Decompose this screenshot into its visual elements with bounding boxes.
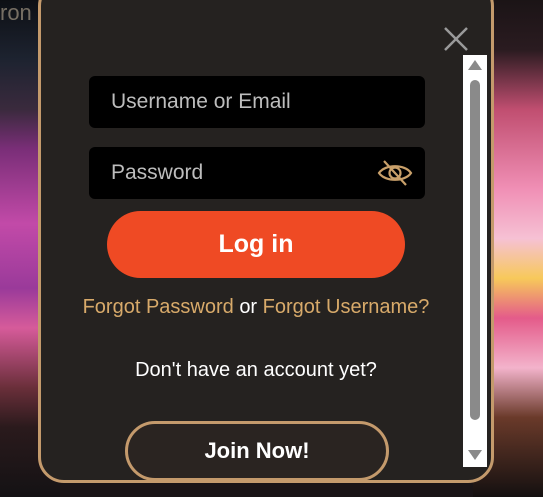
scrollbar[interactable] xyxy=(463,55,487,467)
no-account-text: Don't have an account yet? xyxy=(135,359,377,381)
forgot-username-link[interactable]: Forgot Username? xyxy=(263,296,430,318)
login-modal: Log in Forgot Password or Forgot Usernam… xyxy=(38,0,494,483)
eye-slash-icon[interactable] xyxy=(377,157,413,189)
forgot-links: Forgot Password or Forgot Username? xyxy=(81,291,431,324)
triangle-down-icon[interactable] xyxy=(467,449,483,461)
close-icon xyxy=(444,27,468,51)
or-text: or xyxy=(239,296,258,318)
forgot-password-link[interactable]: Forgot Password xyxy=(83,296,234,318)
password-input[interactable] xyxy=(111,161,371,185)
password-field[interactable] xyxy=(89,147,425,199)
username-field[interactable] xyxy=(89,76,425,128)
close-button[interactable] xyxy=(441,24,471,54)
join-now-button[interactable]: Join Now! xyxy=(125,421,389,480)
login-button[interactable]: Log in xyxy=(107,211,405,278)
username-input[interactable] xyxy=(111,90,371,114)
scroll-thumb[interactable] xyxy=(470,80,480,420)
background-partial-text: ron xyxy=(0,0,32,25)
triangle-up-icon[interactable] xyxy=(467,59,483,71)
